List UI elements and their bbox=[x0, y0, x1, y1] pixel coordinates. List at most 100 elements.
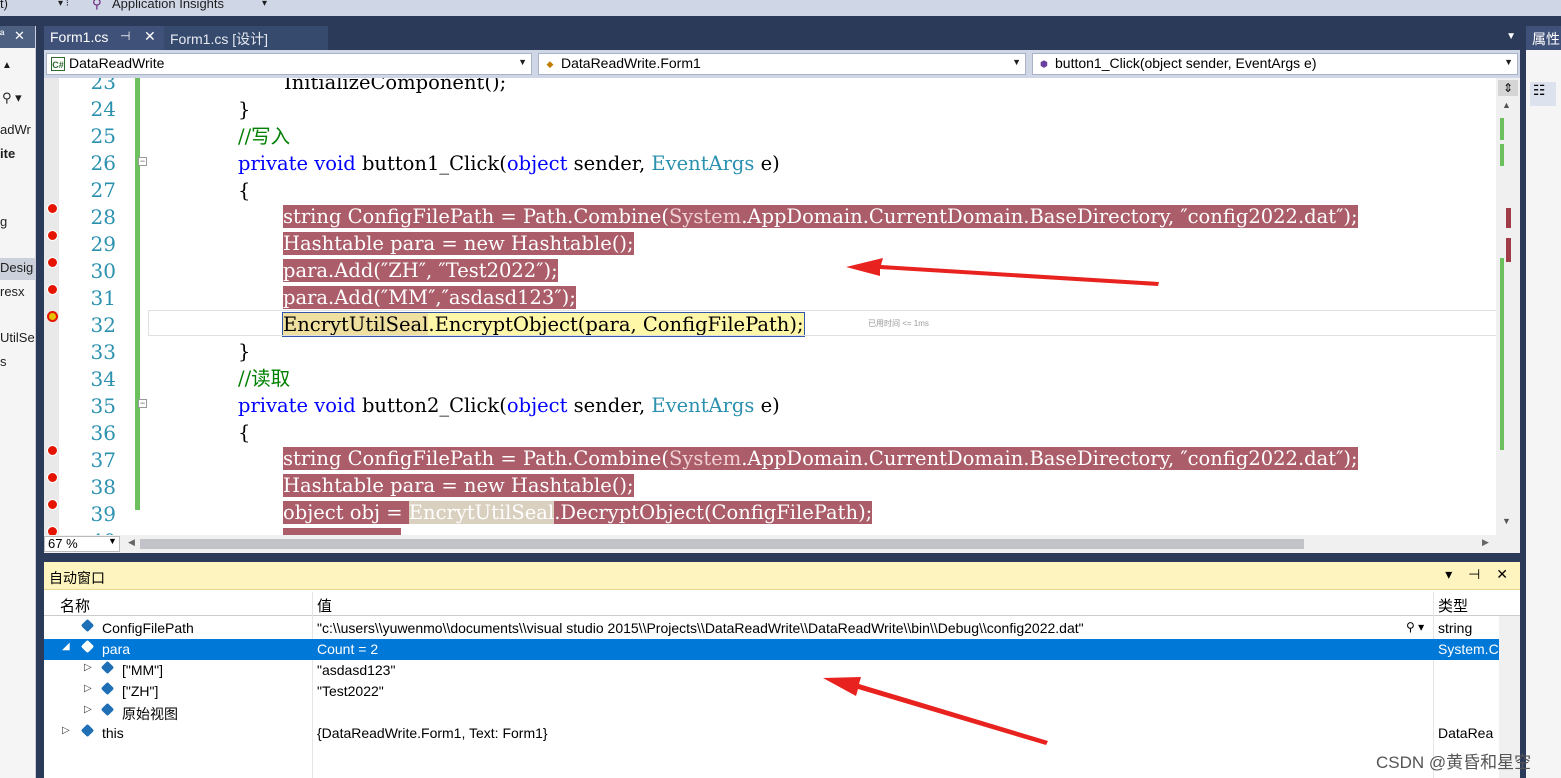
code-line-33: } bbox=[238, 340, 251, 363]
change-marker bbox=[1500, 118, 1504, 140]
column-type[interactable]: 类型 bbox=[1438, 595, 1468, 616]
expand-icon[interactable]: ▷ bbox=[62, 725, 70, 736]
breakpoint-icon[interactable] bbox=[47, 257, 58, 268]
split-view-icon[interactable]: ⇕ bbox=[1498, 80, 1518, 96]
line-number: 35 bbox=[90, 394, 116, 418]
perf-tip: 已用时间 <= 1ms bbox=[868, 319, 929, 328]
chevron-down-icon[interactable]: ▼ bbox=[108, 536, 117, 546]
expand-icon[interactable]: ▷ bbox=[84, 662, 92, 673]
search-icon[interactable]: ⚲ ▾ bbox=[2, 90, 22, 106]
var-name: ["MM"] bbox=[122, 662, 164, 678]
var-name: ConfigFilePath bbox=[102, 620, 194, 636]
pin-icon[interactable]: ⊣ bbox=[120, 29, 130, 43]
editor-gutter: − − 23 24 25 26 27 28 29 30 31 32 33 34 … bbox=[44, 78, 147, 535]
breakpoint-icon[interactable] bbox=[47, 203, 58, 214]
document-tab-bar: Form1.cs ⊣ ✕ Form1.cs [设计] ▼ bbox=[44, 26, 1520, 50]
autos-row-selected[interactable]: ◢ para Count = 2 System.C bbox=[44, 639, 1499, 660]
method-icon: ⬢ bbox=[1040, 59, 1048, 69]
tab-form1-cs[interactable]: Form1.cs ⊣ ✕ bbox=[44, 26, 164, 50]
tree-item-utilseal[interactable]: UtilSea bbox=[0, 330, 35, 345]
code-editor[interactable]: − − 23 24 25 26 27 28 29 30 31 32 33 34 … bbox=[44, 78, 1520, 535]
autos-row[interactable]: ▷ 原始视图 bbox=[44, 702, 1499, 723]
field-icon bbox=[80, 723, 95, 738]
tree-item-project-bold[interactable]: ite bbox=[0, 146, 15, 161]
tab-form1-designer[interactable]: Form1.cs [设计] bbox=[164, 26, 328, 50]
param-text: e) bbox=[754, 152, 780, 175]
var-type: string bbox=[1438, 620, 1473, 636]
breakpoint-margin[interactable] bbox=[44, 78, 59, 535]
tab-label: Form1.cs bbox=[50, 29, 109, 45]
code-line-40-partial bbox=[283, 526, 401, 535]
breakpoint-icon[interactable] bbox=[47, 445, 58, 456]
code-segment: .AppDomain.CurrentDomain.BaseDirectory, … bbox=[741, 447, 1358, 470]
pin-icon[interactable]: ª bbox=[0, 28, 4, 42]
breakpoint-icon[interactable] bbox=[47, 499, 58, 510]
breakpoint-icon[interactable] bbox=[47, 472, 58, 483]
breakpoint-marker bbox=[1506, 208, 1511, 228]
member-dropdown[interactable]: ⬢ button1_Click(object sender, EventArgs… bbox=[1032, 53, 1518, 75]
collapse-icon[interactable]: ◢ bbox=[62, 641, 70, 652]
breakpoint-icon[interactable] bbox=[47, 284, 58, 295]
column-name[interactable]: 名称 bbox=[60, 595, 90, 616]
autos-row[interactable]: ▷ this {DataReadWrite.Form1, Text: Form1… bbox=[44, 723, 1499, 744]
expand-icon[interactable]: ▷ bbox=[84, 704, 92, 715]
project-dropdown[interactable]: C# DataReadWrite ▼ bbox=[46, 53, 532, 75]
chevron-down-icon: ▼ bbox=[1504, 57, 1513, 67]
code-text-area[interactable]: InitializeComponent(); } //写入 private vo… bbox=[144, 78, 1494, 535]
code-segment: System bbox=[668, 447, 742, 470]
tree-item-designer[interactable]: Desig bbox=[0, 260, 33, 275]
app-insights-dropdown-icon[interactable]: ▾ bbox=[262, 0, 267, 9]
line-number: 26 bbox=[90, 151, 116, 175]
scroll-up-icon[interactable]: ▲ bbox=[1502, 100, 1511, 110]
code-line-25: //写入 bbox=[238, 125, 291, 148]
expand-icon[interactable]: ▷ bbox=[84, 683, 92, 694]
code-line-37: string ConfigFilePath = Path.Combine(Sys… bbox=[283, 445, 1358, 472]
editor-vertical-scrollbar[interactable]: ⇕ ▲ ▼ bbox=[1496, 78, 1520, 535]
app-insights-icon: ⚲ bbox=[92, 0, 102, 11]
tree-item-s[interactable]: s bbox=[0, 354, 7, 369]
close-icon[interactable]: ✕ bbox=[14, 28, 25, 44]
collapse-icon[interactable]: ▲ bbox=[2, 60, 12, 71]
properties-panel: 属性 ☷ bbox=[1526, 26, 1561, 778]
var-value: Count = 2 bbox=[317, 641, 379, 657]
column-value[interactable]: 值 bbox=[317, 595, 332, 616]
solution-explorer-header: ª ✕ bbox=[0, 26, 35, 48]
scroll-right-icon[interactable]: ▶ bbox=[1482, 537, 1489, 548]
tree-item-g[interactable]: g bbox=[0, 214, 7, 229]
class-icon: ◆ bbox=[546, 59, 554, 69]
app-insights-button[interactable]: Application Insights bbox=[112, 0, 224, 11]
categorized-view-icon[interactable]: ☷ bbox=[1530, 82, 1556, 106]
horizontal-scrollbar-thumb[interactable] bbox=[140, 539, 1304, 549]
autos-row[interactable]: ▷ ["MM"] "asdasd123" bbox=[44, 660, 1499, 681]
keyword: object bbox=[506, 152, 568, 175]
autos-row[interactable]: ConfigFilePath "c:\\users\\yuwenmo\\docu… bbox=[44, 618, 1499, 639]
breakpoint-icon[interactable] bbox=[47, 526, 58, 535]
code-line-24: } bbox=[238, 98, 251, 121]
breakpoint-icon[interactable] bbox=[47, 230, 58, 241]
param-text: e) bbox=[754, 394, 780, 417]
autos-row[interactable]: ▷ ["ZH"] "Test2022" bbox=[44, 681, 1499, 702]
var-value: "Test2022" bbox=[317, 683, 384, 699]
change-tracking-bar bbox=[135, 78, 140, 510]
keyword: private bbox=[238, 152, 309, 175]
close-tab-icon[interactable]: ✕ bbox=[144, 28, 156, 45]
csharp-icon: C# bbox=[51, 57, 65, 71]
toolbar-dropdown-icon[interactable]: ▾ ⁝ bbox=[58, 0, 69, 9]
current-statement-breakpoint-icon[interactable] bbox=[47, 311, 58, 322]
code-segment: Hashtable para = new Hashtable(); bbox=[283, 232, 634, 255]
code-segment: string ConfigFilePath = Path.Combine( bbox=[283, 205, 669, 228]
class-dropdown[interactable]: ◆ DataReadWrite.Form1 ▼ bbox=[538, 53, 1026, 75]
toolbar-strip: t) ▾ ⁝ ⚲ Application Insights ▾ bbox=[0, 0, 1561, 16]
scroll-down-icon[interactable]: ▼ bbox=[1502, 516, 1511, 526]
toolbar-combo-fragment[interactable]: t) bbox=[0, 0, 8, 11]
zoom-level: 67 % bbox=[48, 536, 78, 551]
text-visualizer-icon[interactable]: ⚲ ▾ bbox=[1406, 620, 1424, 634]
tree-item-resx[interactable]: resx bbox=[0, 284, 25, 299]
window-controls[interactable]: ▾ ⊣ ✕ bbox=[1445, 566, 1514, 583]
tree-item-project[interactable]: adWr bbox=[0, 122, 31, 137]
solution-explorer-panel: ª ✕ ▲ ⚲ ▾ adWr ite g Desig resx UtilSea … bbox=[0, 26, 36, 778]
autos-column-header: 名称 值 类型 bbox=[44, 592, 1520, 616]
tab-overflow-icon[interactable]: ▼ bbox=[1506, 31, 1516, 42]
field-icon bbox=[100, 660, 115, 675]
scroll-left-icon[interactable]: ◀ bbox=[128, 537, 135, 548]
